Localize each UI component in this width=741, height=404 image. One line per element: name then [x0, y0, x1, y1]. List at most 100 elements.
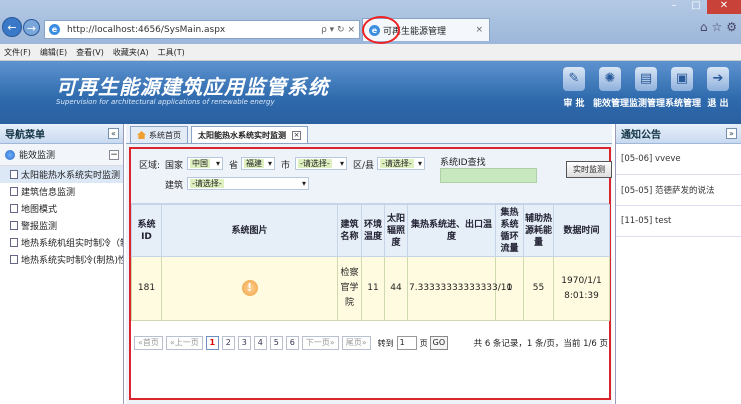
- monitor-icon: ▣: [671, 67, 693, 91]
- pagination: «首页 «上一页 1 2 3 4 5 6 下一页» 尾页» 转到 1 页 GO …: [134, 331, 608, 355]
- col-irradiance: 太阳辐照度: [384, 204, 408, 257]
- browser-titlebar: – □ ✕ ← → e http://localhost:4656/SysMai…: [0, 0, 741, 44]
- nav-system[interactable]: ▣ 系统管理: [665, 67, 702, 109]
- tab-solar-label: 太阳能热水系统实时监测: [198, 130, 286, 140]
- address-tools[interactable]: ρ ▾ ↻ ×: [321, 25, 359, 35]
- address-bar[interactable]: e http://localhost:4656/SysMain.aspx ρ ▾…: [44, 20, 360, 39]
- city-select[interactable]: -请选择-: [295, 157, 347, 170]
- page-1[interactable]: 1: [205, 336, 219, 350]
- ie-page-icon: e: [49, 24, 60, 35]
- country-label: 国家: [165, 161, 184, 171]
- page-6[interactable]: 6: [285, 336, 299, 350]
- menu-edit[interactable]: 编辑(E): [40, 47, 67, 58]
- notice-item[interactable]: [11-05] test: [616, 206, 741, 237]
- prev-page-button[interactable]: «上一页: [165, 336, 203, 350]
- tab-home-label: 系统首页: [149, 130, 181, 140]
- forward-icon: →: [26, 22, 37, 35]
- table-header-row: 系统ID 系统图片 建筑名称 环境温度 太阳辐照度 集热系统进、出口温度 集热系…: [131, 204, 610, 257]
- back-icon: ←: [7, 21, 17, 34]
- app-subtitle: Supervision for architectural applicatio…: [56, 98, 275, 106]
- main-content: 系统首页 太阳能热水系统实时监测 × 区域: 国家 中国 省 福建 市 -请选择…: [126, 124, 612, 404]
- col-aux-energy: 辅助热源耗能量: [523, 204, 554, 257]
- sidebar-item-geo-perf[interactable]: 地热系统实时制冷(制热)性能: [0, 251, 123, 268]
- district-label: 区/县: [353, 161, 375, 171]
- maximize-button[interactable]: □: [685, 0, 707, 14]
- sidebar: 导航菜单 « 能效监测 − 太阳能热水系统实时监测 建筑信息监测 地图模式 警报…: [0, 124, 124, 404]
- go-button[interactable]: GO: [429, 336, 449, 350]
- sidebar-item-map[interactable]: 地图模式: [0, 200, 123, 217]
- sysid-input[interactable]: [440, 168, 537, 183]
- filter-panel: 区域: 国家 中国 省 福建 市 -请选择- 区/县 -请选择- 建筑 -请选择…: [131, 149, 612, 204]
- province-select[interactable]: 福建: [241, 157, 275, 170]
- expand-icon[interactable]: »: [726, 128, 737, 139]
- nav-system-label: 系统管理: [665, 99, 702, 109]
- page-2[interactable]: 2: [221, 336, 235, 350]
- nav-approve-label: 审 批: [563, 99, 585, 109]
- forward-button[interactable]: →: [23, 19, 40, 36]
- sidebar-item-alarm[interactable]: 警报监测: [0, 217, 123, 234]
- document-icon: [10, 170, 18, 179]
- nav-approve[interactable]: ✎ 审 批: [557, 67, 591, 109]
- menu-favorites[interactable]: 收藏夹(A): [113, 47, 149, 58]
- browser-right-tools: ⌂ ☆ ⚙: [700, 20, 737, 34]
- next-page-button[interactable]: 下一页»: [301, 336, 339, 350]
- first-page-button[interactable]: «首页: [134, 336, 163, 350]
- notice-panel: 通知公告 » [05-06] vveve [05-05] 范德萨发的说法 [11…: [615, 124, 741, 404]
- page-5[interactable]: 5: [269, 336, 283, 350]
- back-button[interactable]: ←: [2, 17, 22, 37]
- tab-home[interactable]: 系统首页: [130, 126, 188, 143]
- sidebar-item-geo-unit[interactable]: 地热系统机组实时制冷（制: [0, 234, 123, 251]
- col-flow: 集热系统循环流量: [495, 204, 524, 257]
- goto-page-input[interactable]: 1: [396, 336, 417, 350]
- sidebar-item-label: 建筑信息监测: [21, 188, 76, 198]
- nav-monitor[interactable]: ▤ 监测管理: [629, 67, 665, 109]
- close-window-button[interactable]: ✕: [707, 0, 741, 14]
- collapse-icon[interactable]: «: [108, 128, 119, 139]
- close-tab-icon[interactable]: ×: [292, 130, 301, 140]
- settings-gear-icon[interactable]: ⚙: [726, 20, 737, 34]
- menu-view[interactable]: 查看(V): [76, 47, 104, 58]
- menu-tools[interactable]: 工具(T): [158, 47, 185, 58]
- realtime-monitor-button[interactable]: 实时监测: [566, 161, 612, 178]
- building-label: 建筑: [165, 181, 184, 191]
- warning-icon[interactable]: !: [241, 280, 258, 296]
- nav-exit-label: 退 出: [707, 99, 729, 109]
- last-page-button[interactable]: 尾页»: [341, 336, 371, 350]
- sidebar-item-solar[interactable]: 太阳能热水系统实时监测: [0, 166, 123, 183]
- monitor-table: 系统ID 系统图片 建筑名称 环境温度 太阳辐照度 集热系统进、出口温度 集热系…: [131, 204, 610, 321]
- cell-aux-energy: 55: [523, 256, 554, 321]
- table-row[interactable]: 181 ! 检察官学院 11 44 7.33333333333333/11 0 …: [131, 256, 610, 321]
- favorites-icon[interactable]: ☆: [711, 20, 722, 34]
- tab-close-icon[interactable]: ×: [475, 25, 483, 35]
- notice-item[interactable]: [05-05] 范德萨发的说法: [616, 175, 741, 206]
- page-4[interactable]: 4: [253, 336, 267, 350]
- home-icon[interactable]: ⌂: [700, 20, 708, 34]
- sidebar-item-building[interactable]: 建筑信息监测: [0, 183, 123, 200]
- notice-item[interactable]: [05-06] vveve: [616, 144, 741, 175]
- pager-info: 共 6 条记录，1 条/页，当前 1/6 页: [473, 339, 608, 349]
- nav-energy[interactable]: ✺ 能效管理: [593, 67, 629, 109]
- top-nav: ✎ 审 批 ✺ 能效管理 ▤ 监测管理 ▣ 系统管理 ➔ 退 出: [555, 67, 735, 109]
- document-icon: [10, 238, 18, 247]
- province-label: 省: [229, 161, 239, 171]
- cell-ambient-temp: 11: [361, 256, 385, 321]
- col-sysid: 系统ID: [131, 204, 162, 257]
- address-url[interactable]: http://localhost:4656/SysMain.aspx: [63, 25, 321, 35]
- page-3[interactable]: 3: [237, 336, 251, 350]
- minimize-button[interactable]: –: [663, 0, 685, 14]
- country-select[interactable]: 中国: [187, 157, 223, 170]
- highlight-circle: [362, 16, 400, 44]
- chart-icon: ▤: [635, 67, 657, 91]
- cell-time: 1970/1/1 8:01:39: [553, 256, 610, 321]
- cell-image: !: [161, 256, 338, 321]
- sidebar-title: 导航菜单: [5, 130, 45, 141]
- tab-solar-monitor[interactable]: 太阳能热水系统实时监测 ×: [191, 126, 308, 143]
- cell-sysid: 181: [131, 256, 162, 321]
- sidebar-group[interactable]: 能效监测 −: [0, 144, 123, 166]
- nav-exit[interactable]: ➔ 退 出: [701, 67, 735, 109]
- group-toggle-icon[interactable]: −: [109, 149, 119, 160]
- building-select[interactable]: -请选择-: [187, 177, 309, 190]
- district-select[interactable]: -请选择-: [377, 157, 425, 170]
- menu-file[interactable]: 文件(F): [4, 47, 31, 58]
- cell-inout-temp: 7.33333333333333/11: [407, 256, 512, 321]
